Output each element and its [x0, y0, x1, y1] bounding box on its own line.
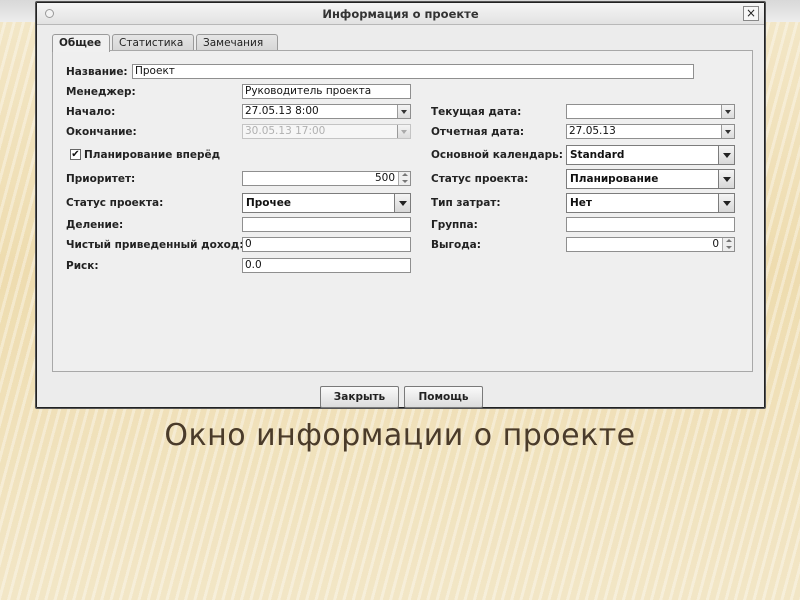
- current-date-field[interactable]: [566, 104, 735, 119]
- status-date-value: 27.05.13: [569, 125, 616, 137]
- start-date-value: 27.05.13 8:00: [245, 105, 319, 117]
- chevron-down-icon: [397, 125, 410, 138]
- base-calendar-combo[interactable]: Standard: [566, 145, 735, 165]
- start-date-field[interactable]: 27.05.13 8:00: [242, 104, 411, 119]
- division-field[interactable]: [242, 217, 411, 232]
- base-calendar-label: Основной календарь:: [431, 149, 563, 161]
- status-date-label: Отчетная дата:: [431, 126, 525, 138]
- schedule-forward-checkbox[interactable]: ✔: [70, 149, 81, 160]
- risk-label: Риск:: [66, 260, 99, 272]
- name-label: Название:: [66, 66, 128, 78]
- project-status-combo[interactable]: Прочее: [242, 193, 411, 213]
- group-label: Группа:: [431, 219, 478, 231]
- finish-date-field: 30.05.13 17:00: [242, 124, 411, 139]
- status-date-field[interactable]: 27.05.13: [566, 124, 735, 139]
- npv-label: Чистый приведенный доход:: [66, 239, 244, 251]
- project-state-combo[interactable]: Планирование: [566, 169, 735, 189]
- dialog-title: Информация о проекте: [322, 7, 479, 21]
- benefit-label: Выгода:: [431, 239, 481, 251]
- chevron-down-icon[interactable]: [718, 146, 734, 164]
- expense-type-combo[interactable]: Нет: [566, 193, 735, 213]
- spinner-arrows-icon[interactable]: [722, 238, 734, 251]
- chevron-down-icon[interactable]: [721, 125, 734, 138]
- chevron-down-icon[interactable]: [718, 170, 734, 188]
- project-state-label: Статус проекта:: [431, 173, 529, 185]
- risk-field[interactable]: 0.0: [242, 258, 411, 273]
- general-panel: Название: Проект Менеджер: Руководитель …: [52, 50, 753, 372]
- project-status-label: Статус проекта:: [66, 197, 164, 209]
- chevron-down-icon[interactable]: [397, 105, 410, 118]
- close-button[interactable]: Закрыть: [320, 386, 399, 408]
- help-button[interactable]: Помощь: [404, 386, 483, 408]
- chevron-down-icon[interactable]: [721, 105, 734, 118]
- priority-spinner[interactable]: 500: [242, 171, 411, 186]
- close-icon[interactable]: ×: [743, 6, 759, 21]
- finish-date-value: 30.05.13 17:00: [245, 125, 326, 137]
- expense-type-value: Нет: [570, 197, 592, 209]
- name-field[interactable]: Проект: [132, 64, 694, 79]
- priority-value: 500: [374, 172, 395, 184]
- spinner-arrows-icon[interactable]: [398, 172, 410, 185]
- project-info-dialog: Информация о проекте × Общее Статистика …: [35, 1, 766, 409]
- start-label: Начало:: [66, 106, 116, 118]
- slide-caption: Окно информации о проекте: [164, 418, 636, 453]
- base-calendar-value: Standard: [570, 149, 625, 161]
- current-date-label: Текущая дата:: [431, 106, 522, 118]
- tab-statistics[interactable]: Статистика: [112, 34, 194, 51]
- tab-general[interactable]: Общее: [52, 34, 110, 52]
- group-field[interactable]: [566, 217, 735, 232]
- benefit-value: 0: [712, 238, 719, 250]
- title-bar[interactable]: Информация о проекте ×: [37, 3, 764, 25]
- expense-type-label: Тип затрат:: [431, 197, 501, 209]
- manager-field[interactable]: Руководитель проекта: [242, 84, 411, 99]
- project-status-value: Прочее: [246, 197, 291, 209]
- npv-field[interactable]: 0: [242, 237, 411, 252]
- division-label: Деление:: [66, 219, 124, 231]
- benefit-spinner[interactable]: 0: [566, 237, 735, 252]
- tab-notes[interactable]: Замечания: [196, 34, 278, 51]
- manager-label: Менеджер:: [66, 86, 136, 98]
- chevron-down-icon[interactable]: [394, 194, 410, 212]
- finish-label: Окончание:: [66, 126, 137, 138]
- project-state-value: Планирование: [570, 173, 659, 185]
- priority-label: Приоритет:: [66, 173, 136, 185]
- schedule-forward-label[interactable]: Планирование вперёд: [84, 149, 220, 161]
- chevron-down-icon[interactable]: [718, 194, 734, 212]
